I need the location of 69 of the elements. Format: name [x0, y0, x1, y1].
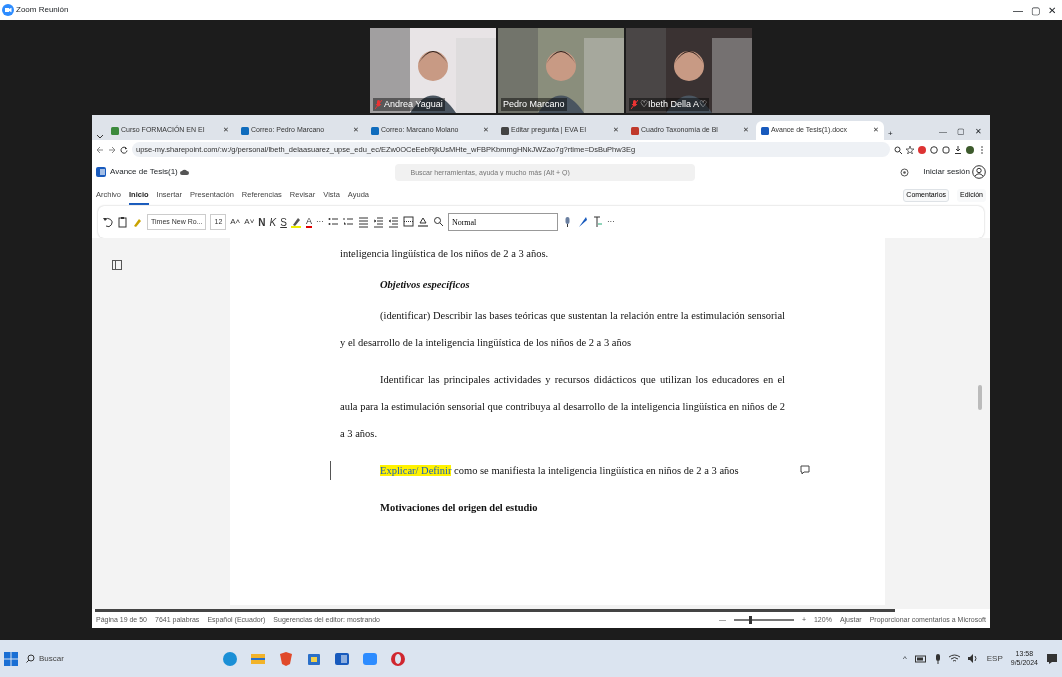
- subheading: Objetivos específicos: [379, 278, 471, 292]
- new-tab-button[interactable]: +: [888, 128, 893, 140]
- scrollbar-thumb[interactable]: [978, 385, 982, 410]
- download-icon[interactable]: [954, 145, 962, 154]
- ring-icon[interactable]: [389, 650, 406, 667]
- font-color-button[interactable]: A: [305, 216, 312, 228]
- toolbar-button[interactable]: ···: [315, 216, 324, 228]
- navigation-pane-icon[interactable]: [112, 260, 122, 270]
- highlighter-icon[interactable]: [290, 216, 302, 228]
- tab-list-icon[interactable]: [96, 132, 104, 140]
- toolbar-button[interactable]: A˅: [244, 216, 255, 228]
- battery-icon: [914, 654, 927, 663]
- search-icon[interactable]: [432, 216, 444, 228]
- underline-button[interactable]: S: [280, 214, 287, 230]
- reload-icon[interactable]: [120, 145, 128, 154]
- participant-name: Andrea Yaguai: [384, 97, 443, 111]
- browser-maximize-button[interactable]: ▢: [953, 126, 969, 140]
- window-maximize-button[interactable]: ▢: [1027, 2, 1044, 18]
- editor-icon[interactable]: [591, 216, 603, 228]
- paragraph: (identificar) Describir las bases teóricas que sustentan la relación entre la estimulación sensorial y el desarrollo de la inteligencia lingüística de los niños de 2 a 3 años: [340, 309, 785, 350]
- profile-icon[interactable]: [966, 145, 974, 154]
- video-app-icon[interactable]: [361, 650, 378, 667]
- show-hidden-icons-button[interactable]: ^: [902, 652, 907, 665]
- shield-icon[interactable]: [277, 650, 294, 667]
- word-logo-icon: [96, 167, 106, 177]
- paragraph: Identificar las principales actividades y recursos didácticos que utilizan los educadores en el aula para la estimulación sensorial que contribuya al desarrollo de la inteligencia lingüística en niños de 2 a 3 años.: [340, 373, 785, 441]
- word-icon[interactable]: [333, 650, 350, 667]
- toolbar-button[interactable]: ···: [606, 216, 615, 228]
- pen-icon[interactable]: [576, 216, 588, 228]
- style-field[interactable]: Normal: [447, 213, 558, 231]
- browser-minimize-button[interactable]: —: [935, 126, 951, 140]
- cloud-icon: [179, 168, 189, 176]
- heading: Motivaciones del origen del estudio: [379, 501, 539, 515]
- forward-icon[interactable]: [108, 145, 116, 154]
- comment-icon[interactable]: [800, 465, 810, 475]
- borders-icon[interactable]: [402, 216, 414, 228]
- avatar-icon[interactable]: [972, 165, 986, 179]
- star-icon[interactable]: [906, 145, 914, 154]
- shading-icon[interactable]: [417, 216, 429, 228]
- window-close-button[interactable]: ✕: [1044, 2, 1060, 18]
- paragraph: inteligencia lingüística de los niños de 2 a 3 años.: [340, 247, 550, 261]
- outdent-icon[interactable]: [387, 216, 399, 228]
- notifications-icon[interactable]: [1046, 652, 1058, 665]
- participant-name: ♡Ibeth Della A♡: [640, 97, 708, 111]
- window-title: Zoom Reunión: [16, 4, 69, 16]
- sign-in-link[interactable]: Iniciar sesión: [923, 166, 970, 178]
- bold-button[interactable]: N: [258, 214, 266, 230]
- document-title: Avance de Tesis(1): [110, 166, 178, 178]
- keyboard-language[interactable]: ESP: [986, 652, 1003, 665]
- italic-button[interactable]: K: [269, 214, 277, 230]
- undo-icon[interactable]: [102, 216, 113, 228]
- clipboard-icon[interactable]: [117, 216, 128, 228]
- microphone-icon: [934, 653, 941, 664]
- windows-start-icon[interactable]: [4, 651, 18, 666]
- browser-icon[interactable]: [221, 650, 238, 667]
- window-minimize-button[interactable]: —: [1009, 2, 1027, 18]
- participant-name: Pedro Marcano: [503, 97, 565, 111]
- wifi-icon: [948, 654, 960, 663]
- toolbar-button[interactable]: A˄: [230, 216, 241, 228]
- browser-close-button[interactable]: ✕: [971, 126, 986, 140]
- speaker-icon: [967, 654, 979, 663]
- zoom-icon[interactable]: [894, 145, 902, 154]
- indent-icon[interactable]: [372, 216, 384, 228]
- align-icon[interactable]: [357, 216, 369, 228]
- search-icon: [26, 654, 35, 663]
- taskbar-search[interactable]: Buscar: [26, 652, 64, 665]
- bullet-list-icon[interactable]: [327, 216, 339, 228]
- settings-icon[interactable]: [900, 167, 910, 177]
- back-icon[interactable]: [96, 145, 104, 154]
